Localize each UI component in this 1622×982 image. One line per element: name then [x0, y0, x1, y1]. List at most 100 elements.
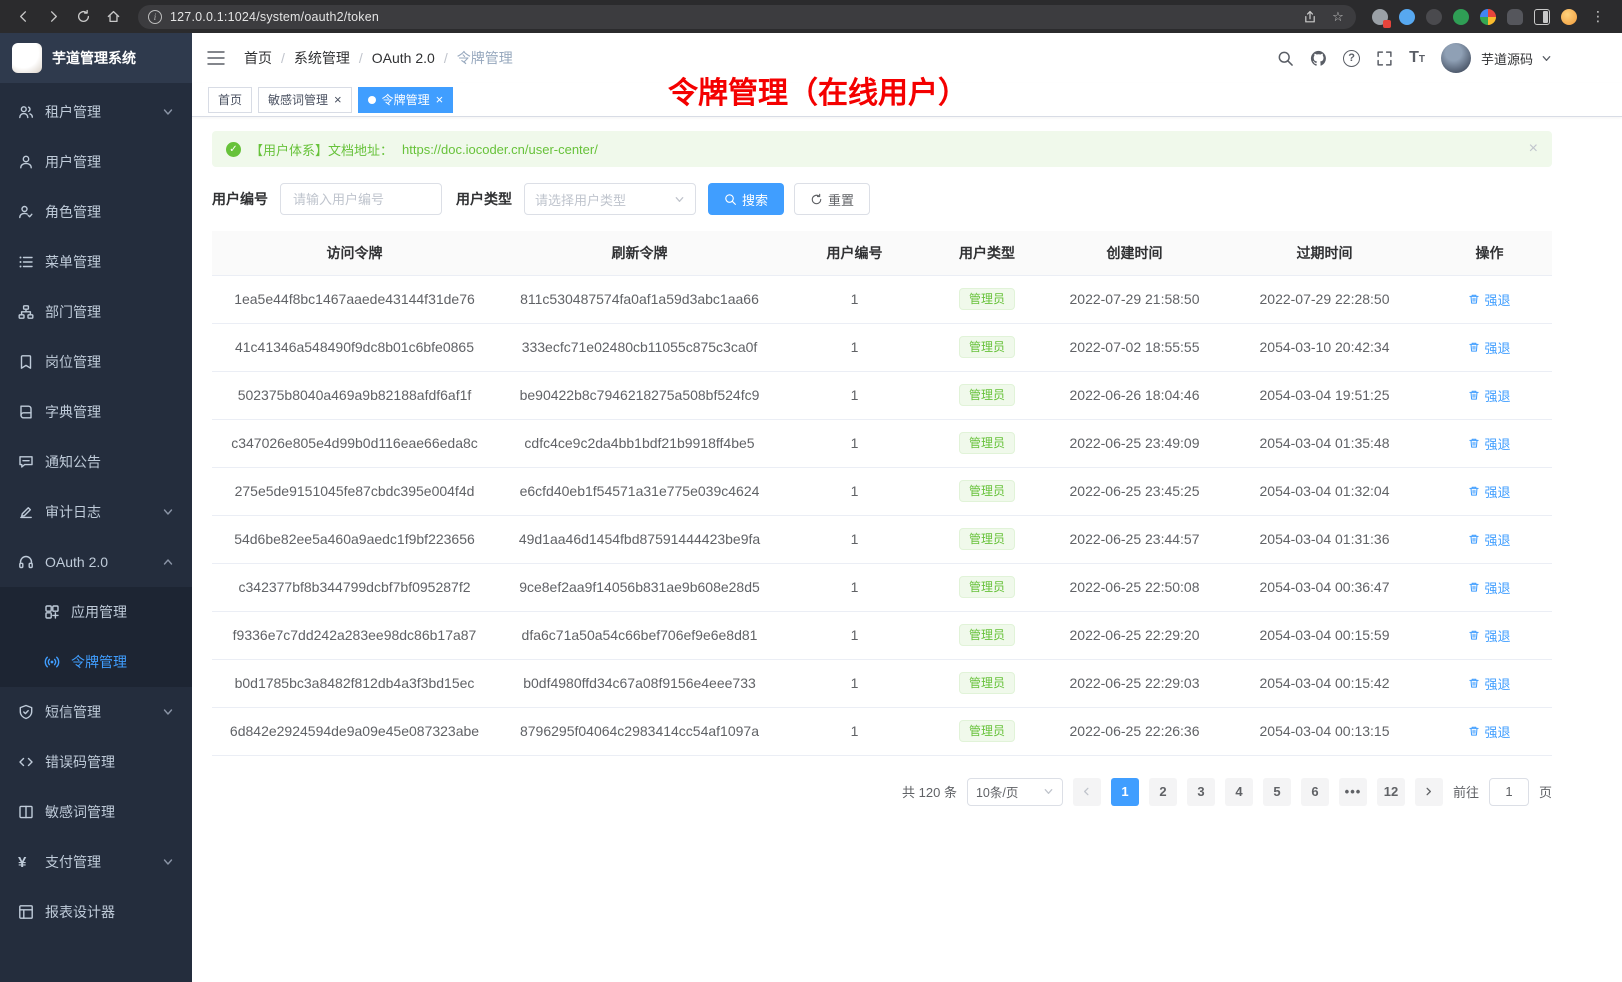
- help-icon[interactable]: ?: [1343, 50, 1360, 67]
- force-logout-button[interactable]: 强退: [1468, 434, 1510, 453]
- tab-token[interactable]: 令牌管理 ×: [358, 87, 454, 113]
- close-icon[interactable]: ×: [334, 93, 342, 106]
- page-button[interactable]: 1: [1111, 778, 1139, 806]
- force-logout-button[interactable]: 强退: [1468, 530, 1510, 549]
- filter-bar: 用户编号 用户类型 请选择用户类型 搜索 重置: [212, 183, 1552, 215]
- breadcrumb-home[interactable]: 首页: [244, 48, 294, 68]
- page-button[interactable]: 6: [1301, 778, 1329, 806]
- force-logout-button[interactable]: 强退: [1468, 674, 1510, 693]
- page-button[interactable]: 3: [1187, 778, 1215, 806]
- access-token-cell: f9336e7c7dd242a283ee98dc86b17a87: [212, 611, 497, 659]
- chevron-down-icon: [162, 506, 174, 518]
- user-avatar[interactable]: [1441, 43, 1471, 73]
- sidebar-item-label: 支付管理: [45, 852, 151, 872]
- fullscreen-icon[interactable]: [1376, 50, 1393, 67]
- browser-profile-avatar[interactable]: [1561, 9, 1577, 25]
- table-row: 1ea5e44f8bc1467aaede43144f31de76 811c530…: [212, 275, 1552, 323]
- layout-icon: [18, 904, 34, 920]
- sidebar-item-oauth-token[interactable]: 令牌管理: [0, 637, 192, 687]
- sidebar-item-sensitive-word[interactable]: 敏感词管理: [0, 787, 192, 837]
- extension-badge-icon[interactable]: [1372, 9, 1388, 25]
- forward-icon[interactable]: [40, 5, 66, 29]
- force-logout-button[interactable]: 强退: [1468, 626, 1510, 645]
- force-logout-button[interactable]: 强退: [1468, 722, 1510, 741]
- table-row: 502375b8040a469a9b82188afdf6af1f be90422…: [212, 371, 1552, 419]
- page-button[interactable]: 12: [1377, 778, 1405, 806]
- page-button[interactable]: 5: [1263, 778, 1291, 806]
- active-dot-icon: [368, 96, 376, 104]
- tab-home[interactable]: 首页: [208, 87, 252, 113]
- force-logout-button[interactable]: 强退: [1468, 482, 1510, 501]
- url-text[interactable]: 127.0.0.1:1024/system/oauth2/token: [170, 10, 1292, 24]
- tab-sensitive-word[interactable]: 敏感词管理 ×: [258, 87, 352, 113]
- force-logout-button[interactable]: 强退: [1468, 578, 1510, 597]
- goto-page-input[interactable]: [1489, 778, 1529, 806]
- back-icon[interactable]: [10, 5, 36, 29]
- extension-blue-icon[interactable]: [1399, 9, 1415, 25]
- reset-button[interactable]: 重置: [794, 183, 870, 215]
- badge-icon: [18, 354, 34, 370]
- extension-green-icon[interactable]: [1453, 9, 1469, 25]
- sidebar-item-menu[interactable]: 菜单管理: [0, 237, 192, 287]
- sidebar-item-notice[interactable]: 通知公告: [0, 437, 192, 487]
- user-id-cell: 1: [782, 563, 927, 611]
- breadcrumb-oauth[interactable]: OAuth 2.0: [372, 50, 457, 66]
- sidebar-item-errorcode[interactable]: 错误码管理: [0, 737, 192, 787]
- sidebar-item-auditlog[interactable]: 审计日志: [0, 487, 192, 537]
- page-size-value: 10条/页: [976, 782, 1018, 801]
- chevron-down-icon[interactable]: [1541, 53, 1552, 64]
- browser-menu-icon[interactable]: ⋮: [1588, 8, 1608, 25]
- share-icon[interactable]: [1300, 10, 1320, 24]
- sidebar-item-post[interactable]: 岗位管理: [0, 337, 192, 387]
- force-logout-button[interactable]: 强退: [1468, 290, 1510, 309]
- font-size-icon[interactable]: TT: [1409, 50, 1425, 66]
- collapse-sidebar-icon[interactable]: [206, 48, 226, 68]
- site-info-icon[interactable]: i: [148, 10, 162, 24]
- sidebar-item-role[interactable]: 角色管理: [0, 187, 192, 237]
- github-icon[interactable]: [1310, 50, 1327, 67]
- bookmark-star-icon[interactable]: ☆: [1328, 9, 1348, 25]
- alert-close-icon[interactable]: ×: [1529, 141, 1538, 157]
- address-bar[interactable]: i 127.0.0.1:1024/system/oauth2/token ☆: [138, 5, 1356, 29]
- force-logout-button[interactable]: 强退: [1468, 338, 1510, 357]
- reload-icon[interactable]: [70, 5, 96, 29]
- sidebar-item-oauth-app[interactable]: 应用管理: [0, 587, 192, 637]
- role-icon: [18, 204, 34, 220]
- home-icon[interactable]: [100, 5, 126, 29]
- user-type-select[interactable]: 请选择用户类型: [524, 183, 696, 215]
- search-button[interactable]: 搜索: [708, 183, 784, 215]
- user-type-badge: 管理员: [959, 288, 1015, 310]
- force-logout-button[interactable]: 强退: [1468, 386, 1510, 405]
- sidebar-item-pay[interactable]: 支付管理: [0, 837, 192, 887]
- app-logo: [12, 43, 42, 73]
- sidebar-item-oauth[interactable]: OAuth 2.0: [0, 537, 192, 587]
- expire-time-cell: 2054-03-10 20:42:34: [1222, 323, 1427, 371]
- close-icon[interactable]: ×: [436, 93, 444, 106]
- sidebar-toggle-icon[interactable]: [1534, 9, 1550, 25]
- refresh-token-cell: 49d1aa46d1454fbd87591444423be9fa: [497, 515, 782, 563]
- page-button[interactable]: 4: [1225, 778, 1253, 806]
- sidebar-item-report-designer[interactable]: 报表设计器: [0, 887, 192, 937]
- sidebar-item-tenant[interactable]: 租户管理: [0, 87, 192, 137]
- user-id-input[interactable]: [280, 183, 442, 215]
- table-row: f9336e7c7dd242a283ee98dc86b17a87 dfa6c71…: [212, 611, 1552, 659]
- extension-ghost-icon[interactable]: [1507, 9, 1523, 25]
- expire-time-cell: 2022-07-29 22:28:50: [1222, 275, 1427, 323]
- breadcrumb-system[interactable]: 系统管理: [294, 48, 372, 68]
- username[interactable]: 芋道源码: [1481, 49, 1533, 68]
- next-page-button[interactable]: [1415, 778, 1443, 806]
- col-expire-time: 过期时间: [1222, 231, 1427, 275]
- extensions-puzzle-icon[interactable]: [1480, 9, 1496, 25]
- sidebar-item-sms[interactable]: 短信管理: [0, 687, 192, 737]
- more-pages-icon[interactable]: •••: [1339, 778, 1367, 806]
- page-size-select[interactable]: 10条/页: [967, 778, 1063, 806]
- page-button[interactable]: 2: [1149, 778, 1177, 806]
- sidebar-item-dept[interactable]: 部门管理: [0, 287, 192, 337]
- doc-link[interactable]: https://doc.iocoder.cn/user-center/: [402, 142, 598, 157]
- sidebar-item-user[interactable]: 用户管理: [0, 137, 192, 187]
- search-icon[interactable]: [1277, 50, 1294, 67]
- prev-page-button[interactable]: [1073, 778, 1101, 806]
- sidebar-item-label: 错误码管理: [45, 752, 174, 772]
- sidebar-item-dict[interactable]: 字典管理: [0, 387, 192, 437]
- extension-dark-icon[interactable]: [1426, 9, 1442, 25]
